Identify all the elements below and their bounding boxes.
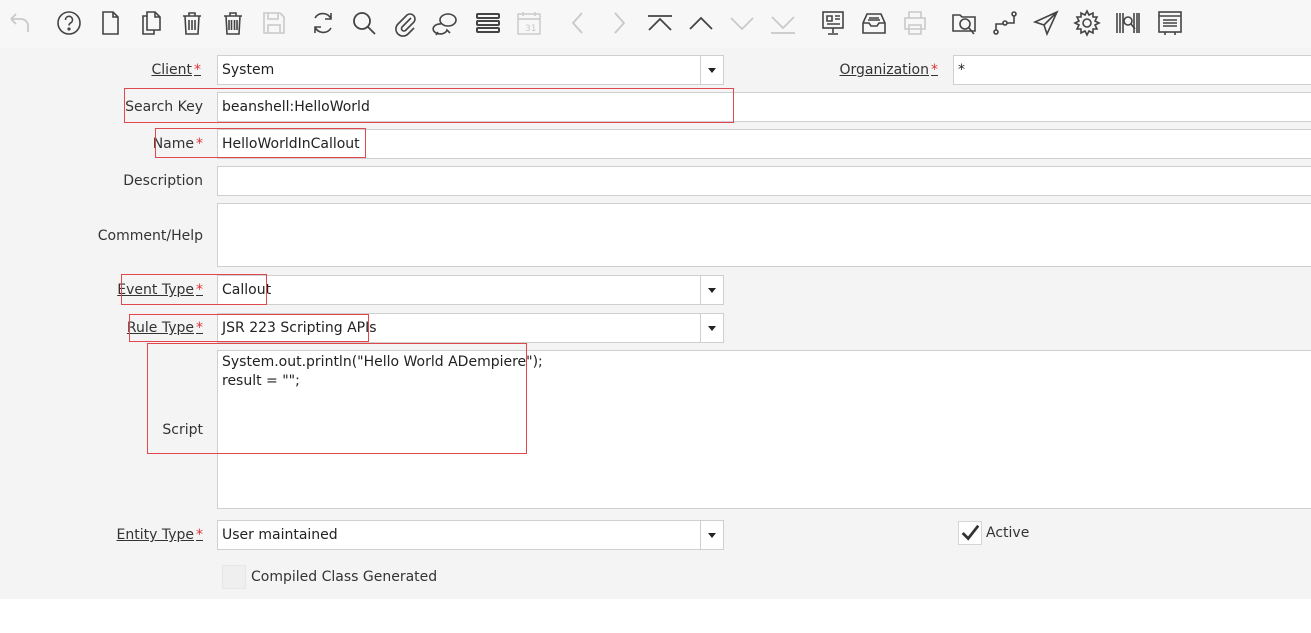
parent-record-icon[interactable] [686,8,716,38]
script-label: Script [162,422,203,438]
entity-type-select[interactable]: User maintained [217,520,724,550]
attachment-icon[interactable] [390,8,420,38]
delete-icon[interactable] [177,8,207,38]
svg-text:31: 31 [525,24,536,34]
first-record-icon[interactable] [645,8,675,38]
toolbar: 31 [0,0,1311,48]
zoom-across-icon[interactable] [949,8,979,38]
chevron-down-icon[interactable] [700,56,723,84]
report-icon[interactable] [818,8,848,38]
last-record-icon[interactable] [768,8,798,38]
product-info-icon[interactable] [1113,8,1143,38]
compiled-class-label: Compiled Class Generated [251,569,438,585]
entity-type-label: Entity Type * [116,527,203,543]
workflow-icon[interactable] [990,8,1020,38]
active-label: Active [986,525,1030,541]
archive-icon[interactable] [859,8,889,38]
chevron-down-icon[interactable] [700,314,723,342]
search-key-label: Search Key [125,99,203,115]
print-icon[interactable] [900,8,930,38]
calendar-icon[interactable]: 31 [514,8,544,38]
comment-help-textarea[interactable] [217,203,1311,267]
comment-help-label: Comment/Help [97,228,203,244]
name-label: Name * [152,136,203,152]
settings-icon[interactable] [1072,8,1102,38]
rule-type-label: Rule Type * [126,320,203,336]
event-type-select[interactable]: Callout [217,275,724,305]
search-key-field[interactable]: beanshell:HelloWorld [217,92,1311,122]
name-field[interactable]: HelloWorldInCallout [217,129,1311,159]
previous-record-icon[interactable] [563,8,593,38]
undo-icon[interactable] [4,8,34,38]
rule-type-select[interactable]: JSR 223 Scripting APIs [217,313,724,343]
customize-icon[interactable] [1155,8,1185,38]
chat-icon[interactable] [431,8,461,38]
grid-toggle-icon[interactable] [473,8,503,38]
refresh-icon[interactable] [308,8,338,38]
client-label: Client * [151,62,201,78]
delete-selected-icon[interactable] [218,8,248,38]
organization-label: Organization * [839,62,938,78]
checkmark-icon [961,524,980,541]
description-label: Description [123,173,203,189]
detail-record-icon[interactable] [727,8,757,38]
chevron-down-icon[interactable] [700,276,723,304]
compiled-class-checkbox[interactable] [222,565,246,589]
request-icon[interactable] [1031,8,1061,38]
script-textarea[interactable]: System.out.println("Hello World ADempier… [217,350,1311,509]
event-type-label: Event Type * [117,282,203,298]
copy-record-icon[interactable] [136,8,166,38]
new-record-icon[interactable] [95,8,125,38]
help-icon[interactable] [54,8,84,38]
client-select[interactable]: System [217,55,724,85]
chevron-down-icon[interactable] [700,521,723,549]
description-field[interactable] [217,166,1311,196]
active-checkbox[interactable] [958,521,982,545]
find-icon[interactable] [349,8,379,38]
save-icon[interactable] [259,8,289,38]
next-record-icon[interactable] [604,8,634,38]
organization-select[interactable]: * [953,55,1311,85]
